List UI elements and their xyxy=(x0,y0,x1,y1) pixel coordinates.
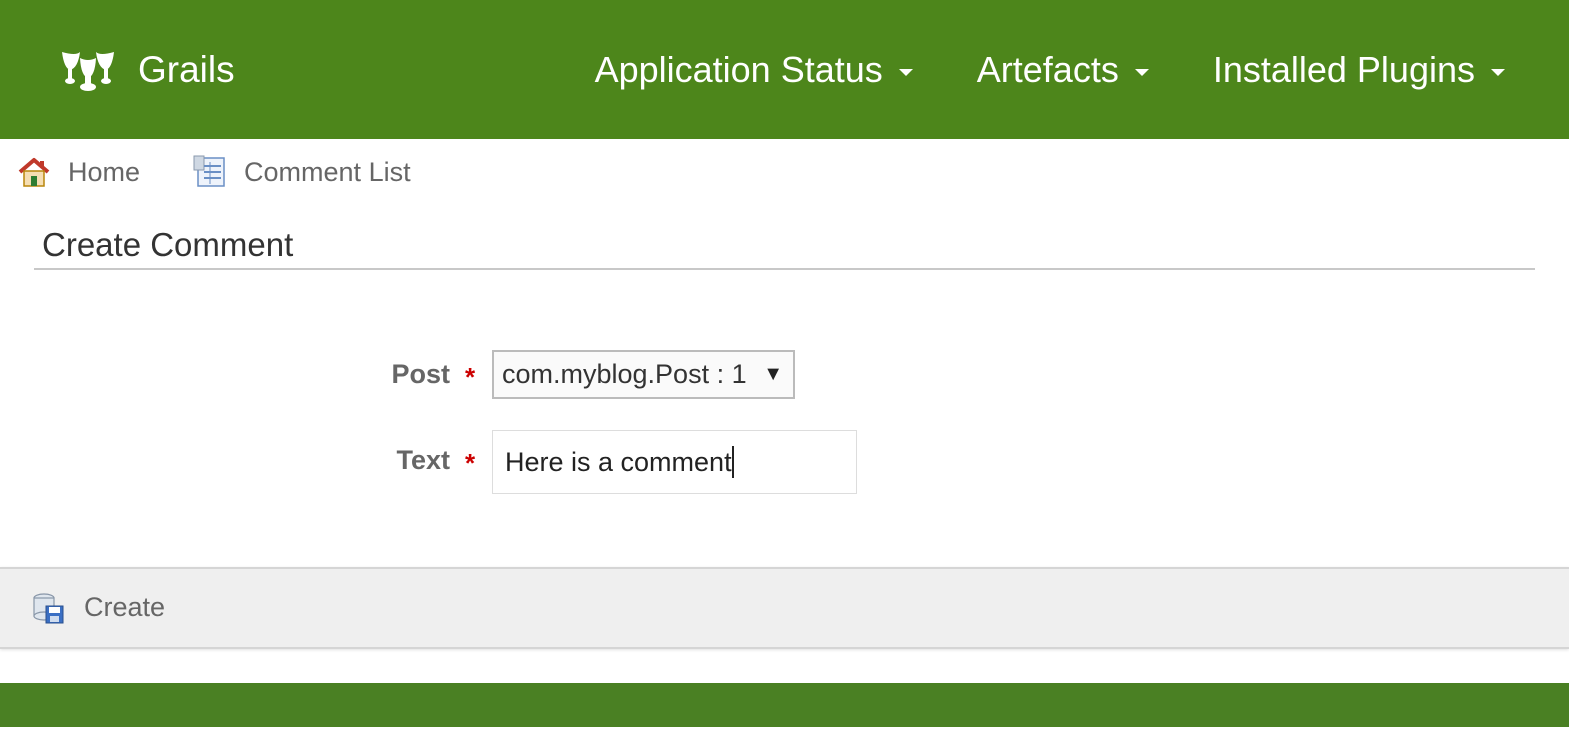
breadcrumb-comment-list-label: Comment List xyxy=(244,156,411,187)
breadcrumb-home-link[interactable]: Home xyxy=(16,154,140,190)
chevron-down-icon xyxy=(1134,68,1149,76)
title-divider xyxy=(34,268,1535,270)
nav-installed-plugins-label: Installed Plugins xyxy=(1212,49,1475,90)
text-field-label: Text xyxy=(396,445,450,475)
breadcrumb-comment-list-link[interactable]: Comment List xyxy=(192,154,411,190)
home-icon xyxy=(18,158,50,187)
nav-installed-plugins[interactable]: Installed Plugins xyxy=(1213,49,1505,91)
chevron-down-icon xyxy=(1491,68,1505,76)
breadcrumb: Home Comment List xyxy=(16,151,411,193)
brand-link[interactable]: Grails xyxy=(58,48,235,92)
text-input[interactable]: Here is a comment xyxy=(492,430,857,494)
breadcrumb-home-label: Home xyxy=(68,156,141,187)
footer xyxy=(0,683,1569,727)
list-icon xyxy=(193,155,225,187)
create-button-label: Create xyxy=(84,591,166,622)
brand-name: Grails xyxy=(138,49,235,90)
top-navbar: Grails Application Status Artefacts Inst… xyxy=(0,0,1569,139)
page-title: Create Comment xyxy=(42,226,294,263)
nav-artefacts[interactable]: Artefacts xyxy=(977,49,1149,91)
dropdown-arrow-icon: ▼ xyxy=(763,363,783,385)
text-input-value: Here is a comment xyxy=(505,446,732,477)
save-icon xyxy=(33,593,64,624)
text-required-marker: * xyxy=(465,448,476,478)
post-required-marker: * xyxy=(465,362,476,392)
post-select[interactable]: com.myblog.Post : 1 ▼ xyxy=(492,350,795,399)
chevron-down-icon xyxy=(898,68,913,76)
nav-application-status[interactable]: Application Status xyxy=(595,49,913,91)
text-cursor xyxy=(731,446,734,478)
button-bar: Create xyxy=(0,567,1569,649)
grails-logo-icon xyxy=(62,52,114,91)
post-select-value: com.myblog.Post : 1 xyxy=(502,359,747,389)
create-button[interactable]: Create xyxy=(30,589,165,625)
nav-artefacts-label: Artefacts xyxy=(976,49,1119,90)
post-field-label: Post xyxy=(391,359,450,389)
main-nav: Application Status Artefacts Installed P… xyxy=(595,46,1569,94)
nav-application-status-label: Application Status xyxy=(594,49,883,90)
